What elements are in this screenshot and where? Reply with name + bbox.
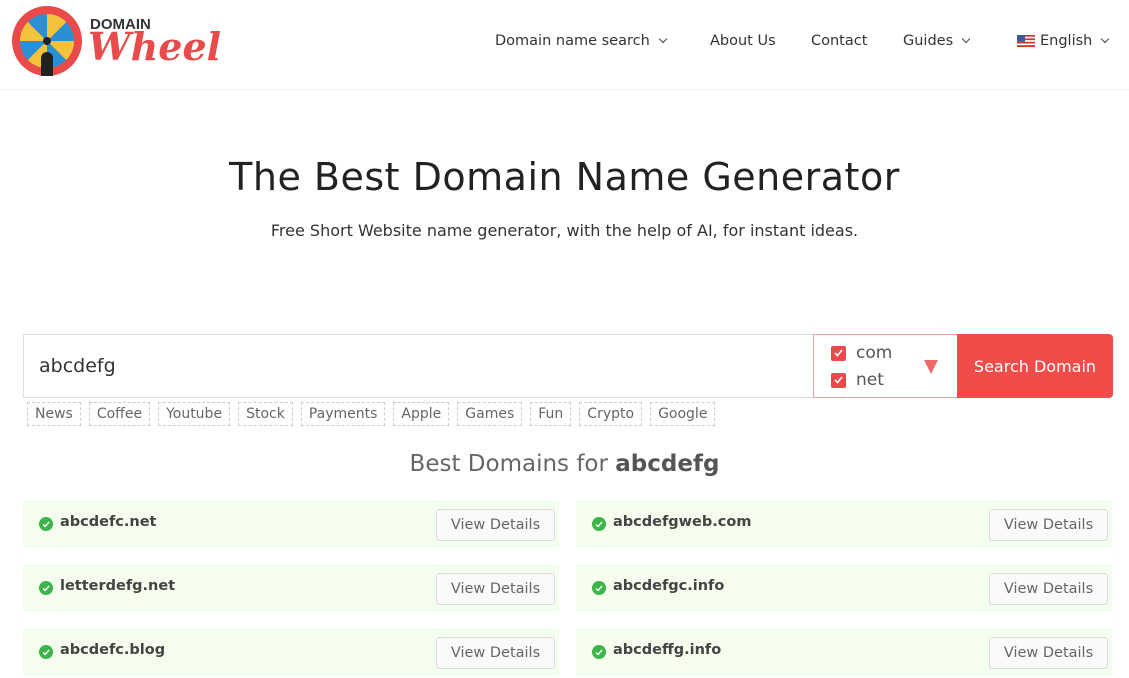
extension-com[interactable]: com — [831, 343, 892, 363]
domain-search-input[interactable]: abcdefg — [23, 334, 813, 398]
domain-name: abcdefgweb.com — [613, 514, 752, 530]
checkbox-checked-icon[interactable] — [831, 345, 846, 361]
header: DOMAIN Wheel Domain name search About Us … — [0, 0, 1129, 90]
available-check-icon — [39, 581, 53, 595]
page-subtitle: Free Short Website name generator, with … — [270, 221, 859, 240]
domain-name: abcdeffg.info — [613, 642, 722, 658]
tag[interactable]: Crypto — [579, 402, 643, 426]
extension-label: com — [856, 343, 893, 363]
page-title: The Best Domain Name Generator — [229, 155, 900, 199]
domain-result: letterdefg.net View Details — [23, 564, 559, 612]
view-details-button[interactable]: View Details — [989, 509, 1108, 541]
extension-label: net — [856, 370, 884, 390]
domain-result: abcdefgc.info View Details — [576, 564, 1112, 612]
domain-result: abcdefc.net View Details — [23, 500, 559, 548]
available-check-icon — [39, 517, 53, 531]
domain-name: abcdefc.net — [60, 514, 157, 530]
view-details-button[interactable]: View Details — [989, 573, 1108, 605]
nav-guides[interactable]: Guides — [903, 33, 971, 49]
domain-name: abcdefc.blog — [60, 642, 166, 658]
available-check-icon — [592, 645, 606, 659]
domain-result: abcdefgweb.com View Details — [576, 500, 1112, 548]
tag[interactable]: News — [27, 402, 81, 426]
available-check-icon — [592, 517, 606, 531]
dropdown-triangle-icon[interactable] — [924, 360, 938, 374]
tag[interactable]: Apple — [393, 402, 450, 426]
suggestion-tags: News Coffee Youtube Stock Payments Apple… — [27, 402, 716, 426]
domain-result: abcdefc.blog View Details — [23, 628, 559, 676]
nav-label: Guides — [903, 33, 954, 49]
heading-prefix: Best Domains for — [409, 451, 608, 477]
logo-text-wheel: Wheel — [88, 23, 222, 69]
chevron-down-icon — [1101, 34, 1110, 44]
view-details-button[interactable]: View Details — [989, 637, 1108, 669]
tag[interactable]: Google — [650, 402, 716, 426]
nav-domain-search[interactable]: Domain name search — [495, 33, 668, 49]
language-selector[interactable]: English — [1017, 33, 1110, 49]
view-details-button[interactable]: View Details — [436, 509, 555, 541]
tag[interactable]: Fun — [530, 402, 572, 426]
nav-label: English — [1040, 33, 1093, 49]
nav-about-us[interactable]: About Us — [710, 33, 776, 49]
nav-label: Contact — [811, 33, 868, 49]
tag[interactable]: Games — [457, 402, 523, 426]
logo[interactable]: DOMAIN Wheel — [12, 6, 221, 76]
results-heading: Best Domains for abcdefg — [0, 451, 1129, 477]
nav-label: About Us — [710, 33, 776, 49]
tag[interactable]: Youtube — [158, 402, 231, 426]
tag[interactable]: Payments — [300, 402, 386, 426]
checkbox-checked-icon[interactable] — [831, 372, 846, 388]
wheel-logo-icon — [12, 6, 82, 76]
tag[interactable]: Coffee — [88, 402, 151, 426]
chevron-down-icon — [961, 34, 971, 44]
nav-contact[interactable]: Contact — [811, 33, 867, 49]
domain-name: abcdefgc.info — [613, 578, 725, 594]
available-check-icon — [39, 645, 53, 659]
us-flag-icon — [1017, 35, 1035, 47]
domain-name: letterdefg.net — [60, 578, 176, 594]
heading-keyword: abcdefg — [615, 451, 720, 477]
view-details-button[interactable]: View Details — [436, 573, 555, 605]
domain-result: abcdeffg.info View Details — [576, 628, 1112, 676]
tag[interactable]: Stock — [238, 402, 293, 426]
available-check-icon — [592, 581, 606, 595]
view-details-button[interactable]: View Details — [436, 637, 555, 669]
nav-label: Domain name search — [495, 33, 650, 49]
extension-selector[interactable]: com net — [813, 334, 958, 398]
search-domain-button[interactable]: Search Domain — [957, 334, 1113, 398]
extension-net[interactable]: net — [831, 370, 884, 390]
chevron-down-icon — [658, 34, 668, 44]
